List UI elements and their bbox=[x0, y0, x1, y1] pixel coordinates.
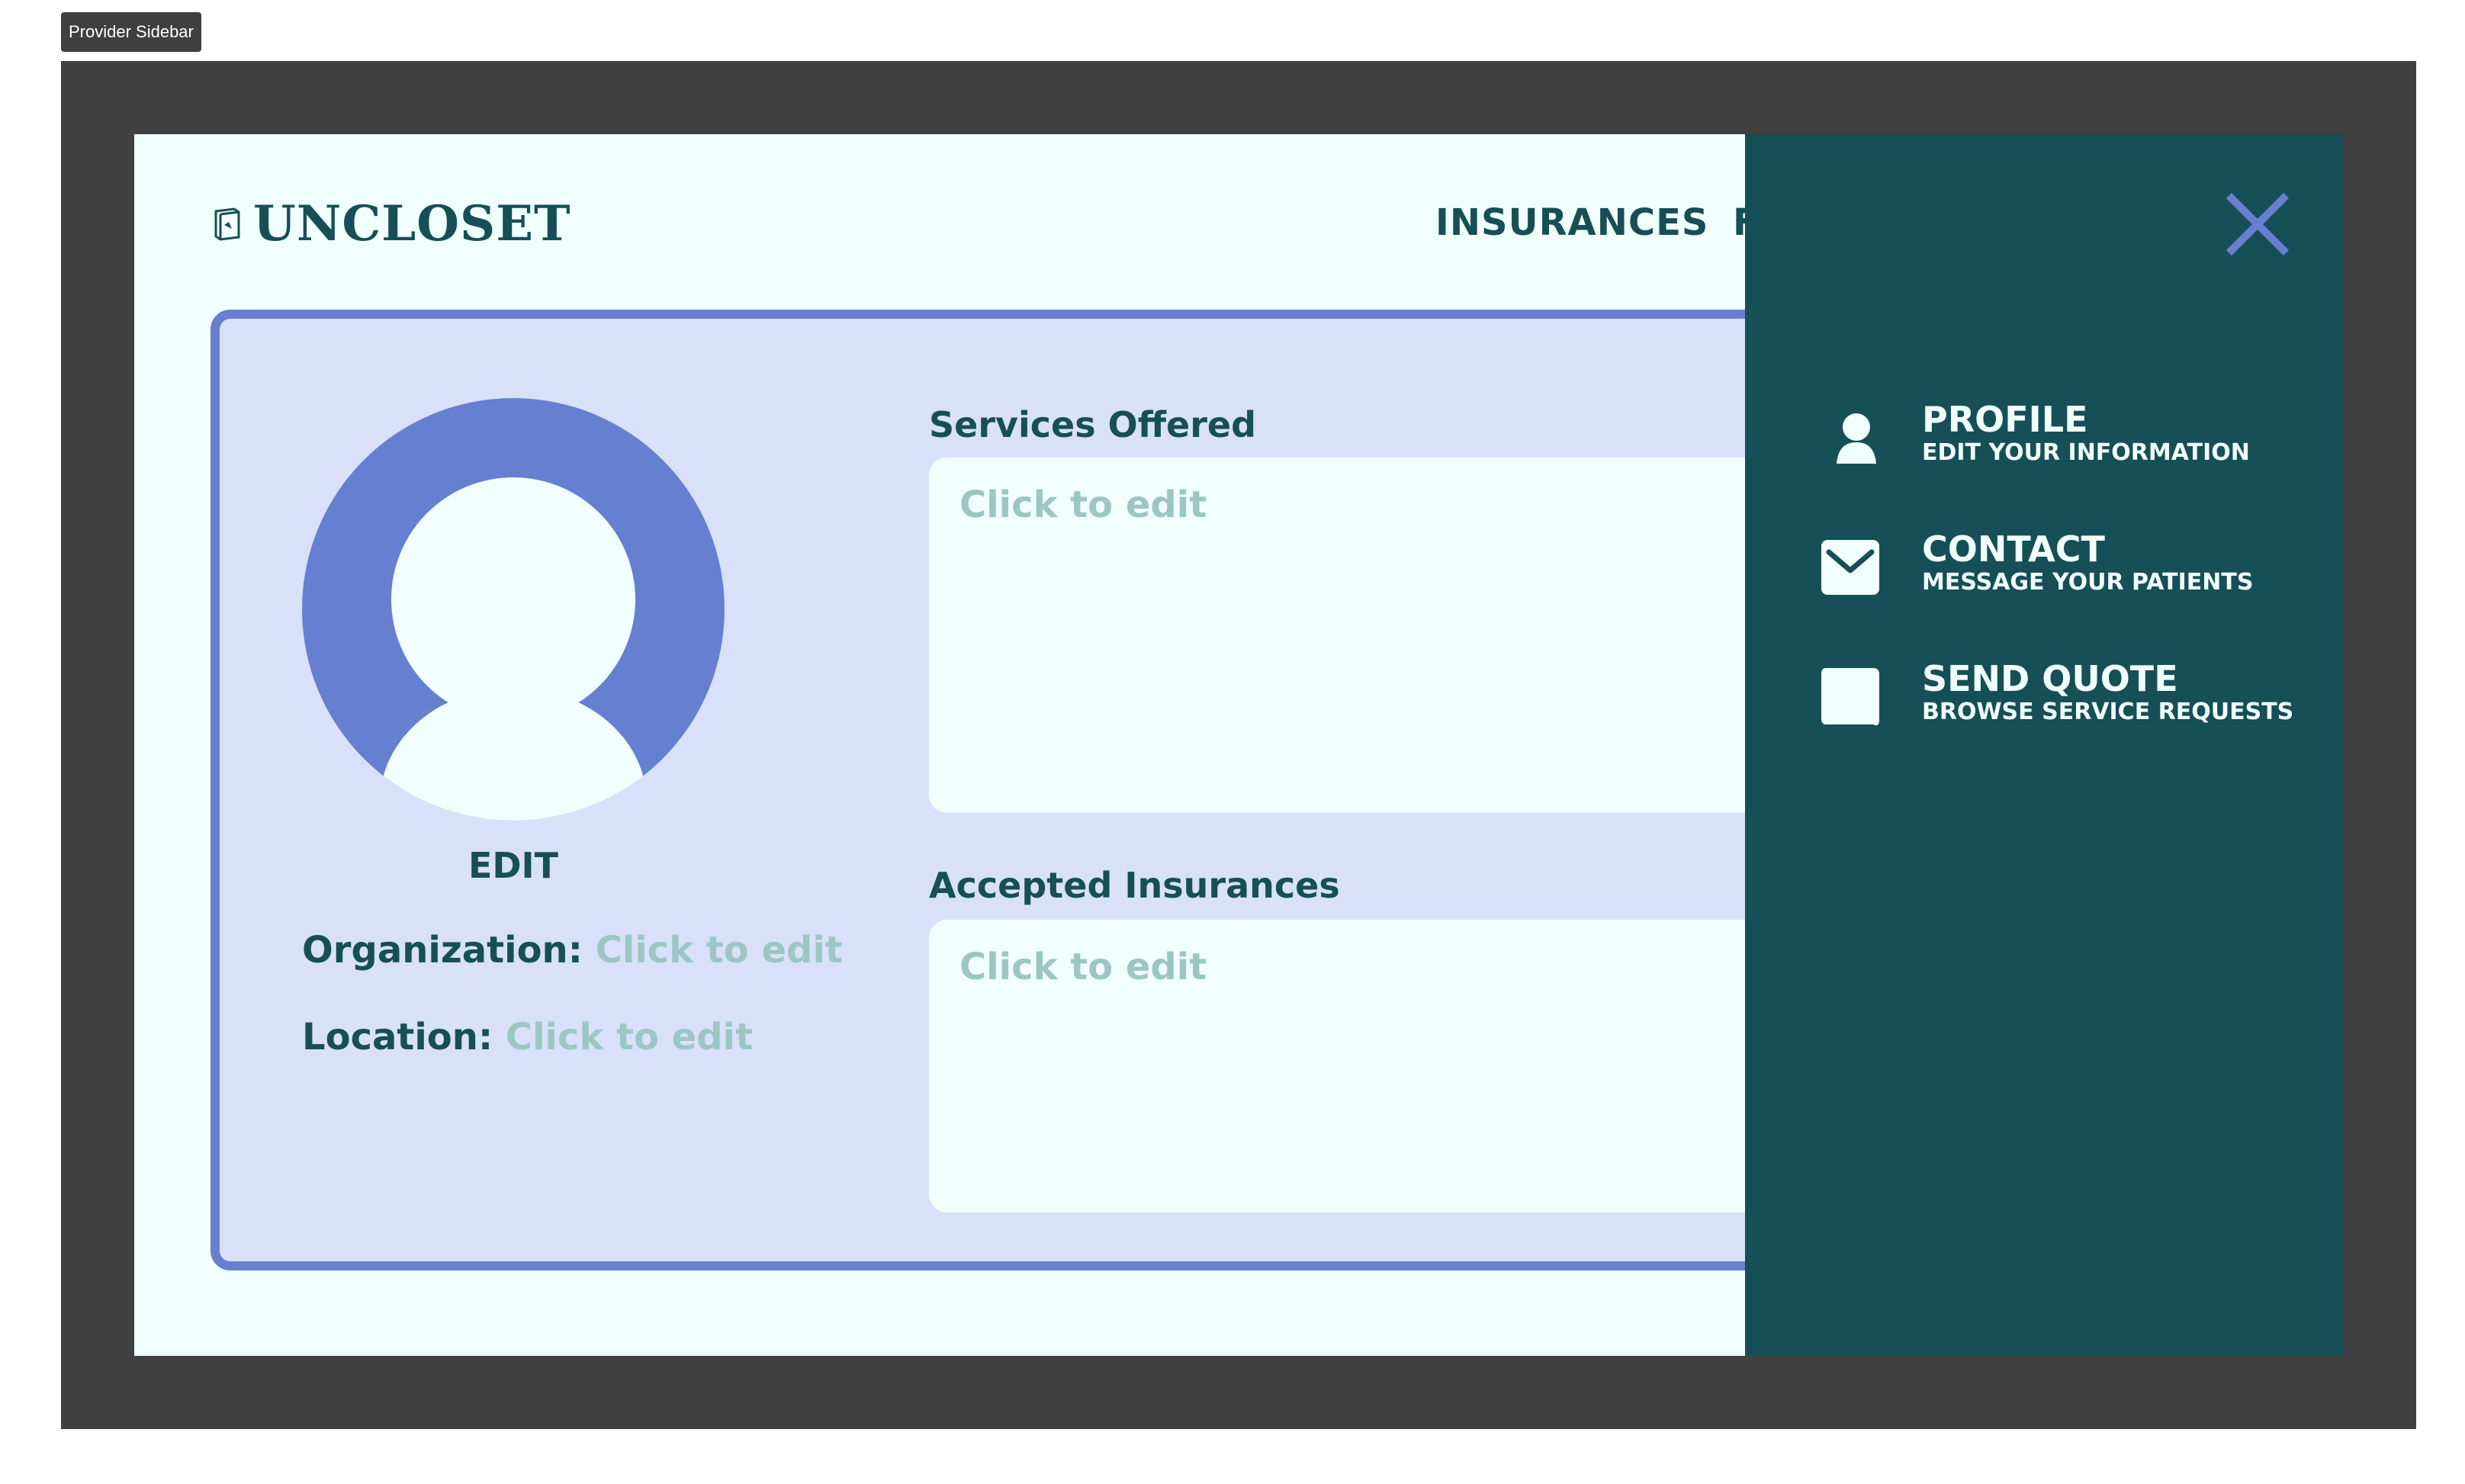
avatar-edit-button[interactable]: EDIT bbox=[302, 845, 725, 886]
sidebar-send-quote-subtitle: BROWSE SERVICE REQUESTS bbox=[1922, 699, 2294, 725]
location-value[interactable]: Click to edit bbox=[506, 1016, 753, 1058]
message-bubble-icon bbox=[1821, 668, 1879, 726]
envelope-icon bbox=[1821, 540, 1879, 595]
sidebar-profile-title: PROFILE bbox=[1922, 399, 2088, 440]
provider-screen: UNCLOSET INSURANCES F EDIT Organization:… bbox=[134, 134, 2343, 1356]
sidebar-item-contact[interactable]: CONTACT MESSAGE YOUR PATIENTS bbox=[1820, 531, 2293, 615]
close-icon[interactable] bbox=[2226, 192, 2290, 256]
accepted-insurances-title: Accepted Insurances bbox=[929, 865, 1340, 906]
avatar-body bbox=[380, 688, 647, 821]
services-offered-title: Services Offered bbox=[929, 404, 1257, 445]
profile-avatar[interactable] bbox=[302, 398, 725, 821]
sidebar-send-quote-title: SEND QUOTE bbox=[1922, 658, 2178, 699]
sidebar-item-send-quote[interactable]: SEND QUOTE BROWSE SERVICE REQUESTS bbox=[1820, 660, 2293, 744]
organization-value[interactable]: Click to edit bbox=[596, 929, 843, 972]
nav-insurances-link[interactable]: INSURANCES bbox=[1435, 201, 1708, 244]
person-icon bbox=[1837, 413, 1876, 464]
frame-label: Provider Sidebar bbox=[61, 12, 201, 52]
brand-logo[interactable]: UNCLOSET bbox=[211, 200, 571, 249]
organization-label: Organization: bbox=[302, 929, 583, 972]
organization-row[interactable]: Organization: Click to edit bbox=[302, 929, 843, 972]
location-row[interactable]: Location: Click to edit bbox=[302, 1016, 753, 1058]
sidebar-item-profile[interactable]: PROFILE EDIT YOUR INFORMATION bbox=[1820, 401, 2293, 485]
location-label: Location: bbox=[302, 1016, 493, 1058]
services-offered-placeholder: Click to edit bbox=[959, 483, 1207, 526]
closet-door-icon bbox=[214, 207, 240, 241]
brand-name: UNCLOSET bbox=[253, 195, 571, 252]
sidebar-contact-title: CONTACT bbox=[1922, 528, 2105, 570]
sidebar-contact-subtitle: MESSAGE YOUR PATIENTS bbox=[1922, 569, 2254, 596]
avatar-head bbox=[391, 477, 635, 721]
sidebar-profile-subtitle: EDIT YOUR INFORMATION bbox=[1922, 439, 2250, 466]
accepted-insurances-placeholder: Click to edit bbox=[959, 946, 1207, 988]
provider-sidebar: PROFILE EDIT YOUR INFORMATION CONTACT ME… bbox=[1745, 134, 2343, 1356]
app-frame: UNCLOSET INSURANCES F EDIT Organization:… bbox=[61, 61, 2416, 1429]
